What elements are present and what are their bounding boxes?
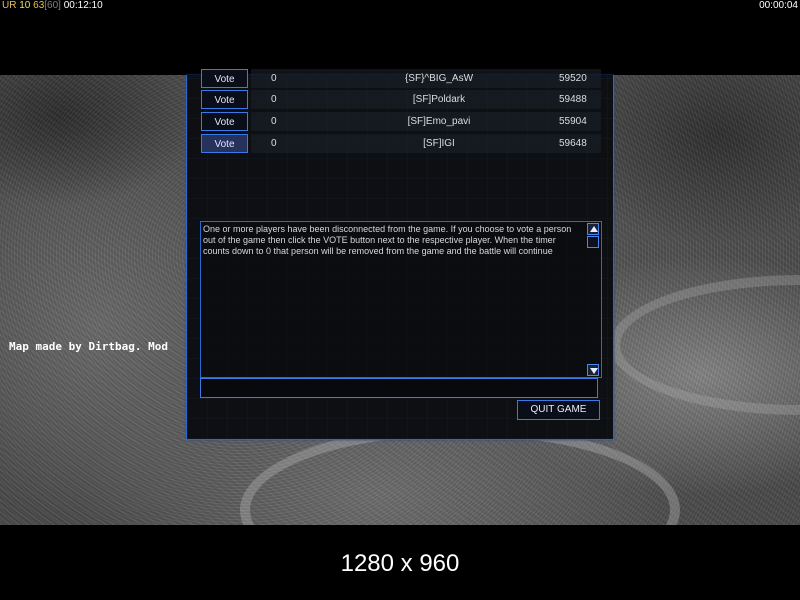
player-name: [SF]IGI [423,138,455,149]
vote-count: 0 [271,73,277,84]
scroll-thumb[interactable] [587,236,599,248]
player-score: 55904 [559,116,587,127]
hud-status: UR 10 63[60] 00:12:10 [2,0,103,12]
vote-button[interactable]: Vote [201,112,248,131]
player-name: [SF]Emo_pavi [407,116,471,127]
vote-button[interactable]: Vote [201,69,248,88]
scroll-up-arrow-icon[interactable] [587,223,599,235]
player-row: Vote 0 [SF]Emo_pavi 55904 [199,112,601,132]
chat-input[interactable] [200,378,598,398]
vote-kick-dialog: Vote 0 {SF}^BIG_AsW 59520 Vote 0 [SF]Pol… [186,69,614,440]
vote-count: 0 [271,138,277,149]
hud-fps: [60] [44,0,61,11]
hud-game-time: 00:12:10 [63,0,103,11]
message-box: One or more players have been disconnect… [200,221,602,378]
player-name: [SF]Poldark [412,94,466,105]
message-text: One or more players have been disconnect… [203,224,572,256]
vote-timer: 00:00:04 [759,0,798,11]
player-row: Vote 0 {SF}^BIG_AsW 59520 [199,69,601,89]
hud-count-1: 10 [19,0,31,11]
player-row: Vote 0 [SF]Poldark 59488 [199,90,601,110]
vote-count: 0 [271,116,277,127]
vote-button[interactable]: Vote [201,90,248,109]
player-name: {SF}^BIG_AsW [404,73,474,84]
hud-count-2: 63 [33,0,45,11]
resolution-caption: 1280 x 960 [340,550,460,577]
player-score: 59520 [559,73,587,84]
player-row: Vote 0 [SF]IGI 59648 [199,134,601,154]
player-score: 59488 [559,94,587,105]
vote-button[interactable]: Vote [201,134,248,153]
vote-count: 0 [271,94,277,105]
map-credit-text: Map made by Dirtbag. Mod [9,340,168,353]
message-scrollbar[interactable] [587,222,601,377]
hud-mode: UR [2,0,17,11]
scroll-down-arrow-icon[interactable] [587,364,599,376]
quit-game-button[interactable]: QUIT GAME [517,400,600,420]
player-score: 59648 [559,138,587,149]
